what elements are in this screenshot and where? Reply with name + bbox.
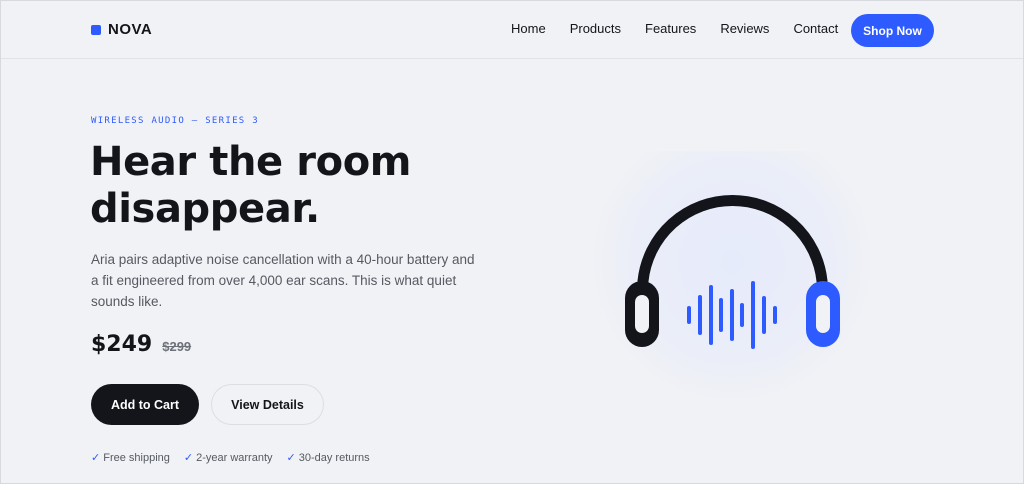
shop-now-button[interactable]: Shop Now	[851, 14, 934, 47]
feature-label: 30-day returns	[298, 451, 370, 464]
feature-item: ✓ 30-day returns	[286, 451, 370, 465]
current-price: $249	[91, 332, 153, 357]
brand-name: NOVA	[108, 21, 153, 38]
left-earcup-inner	[635, 295, 649, 333]
hero-description: Aria pairs adaptive noise cancellation w…	[91, 252, 475, 309]
original-price: $299	[162, 339, 192, 354]
headphones-icon	[587, 151, 877, 401]
brand-logo[interactable]: NOVA	[91, 21, 152, 38]
check-icon: ✓	[286, 452, 296, 464]
headline-line-1: Hear the room	[90, 139, 412, 185]
hero-headline: Hear the room disappear.	[90, 139, 510, 233]
feature-label: Free shipping	[103, 451, 170, 464]
nav-link-features[interactable]: Features	[645, 20, 696, 38]
main-nav: Home Products Features Reviews Contact	[511, 20, 838, 38]
nav-link-reviews[interactable]: Reviews	[720, 20, 769, 38]
check-icon: ✓	[91, 452, 101, 464]
feature-label: 2-year warranty	[196, 451, 273, 464]
check-icon: ✓	[183, 452, 194, 464]
glow-circle	[587, 151, 877, 401]
feature-list: ✓ Free shipping ✓ 2-year warranty ✓ 30-d…	[91, 451, 384, 465]
feature-item: ✓ Free shipping	[91, 451, 170, 465]
nav-link-products[interactable]: Products	[570, 20, 621, 38]
top-navbar: NOVA Home Products Features Reviews Cont…	[1, 1, 1023, 59]
nav-link-home[interactable]: Home	[511, 20, 546, 38]
nav-link-contact[interactable]: Contact	[793, 20, 838, 38]
headline-line-2: disappear.	[90, 186, 320, 232]
price-row: $249 $299	[91, 332, 191, 357]
feature-item: ✓ 2-year warranty	[183, 451, 273, 465]
right-earcup-inner	[816, 295, 830, 333]
brand-square-icon	[91, 24, 101, 35]
hero-eyebrow: WIRELESS AUDIO — SERIES 3	[91, 116, 259, 126]
view-details-button[interactable]: View Details	[211, 384, 324, 425]
add-to-cart-button[interactable]: Add to Cart	[91, 384, 199, 425]
